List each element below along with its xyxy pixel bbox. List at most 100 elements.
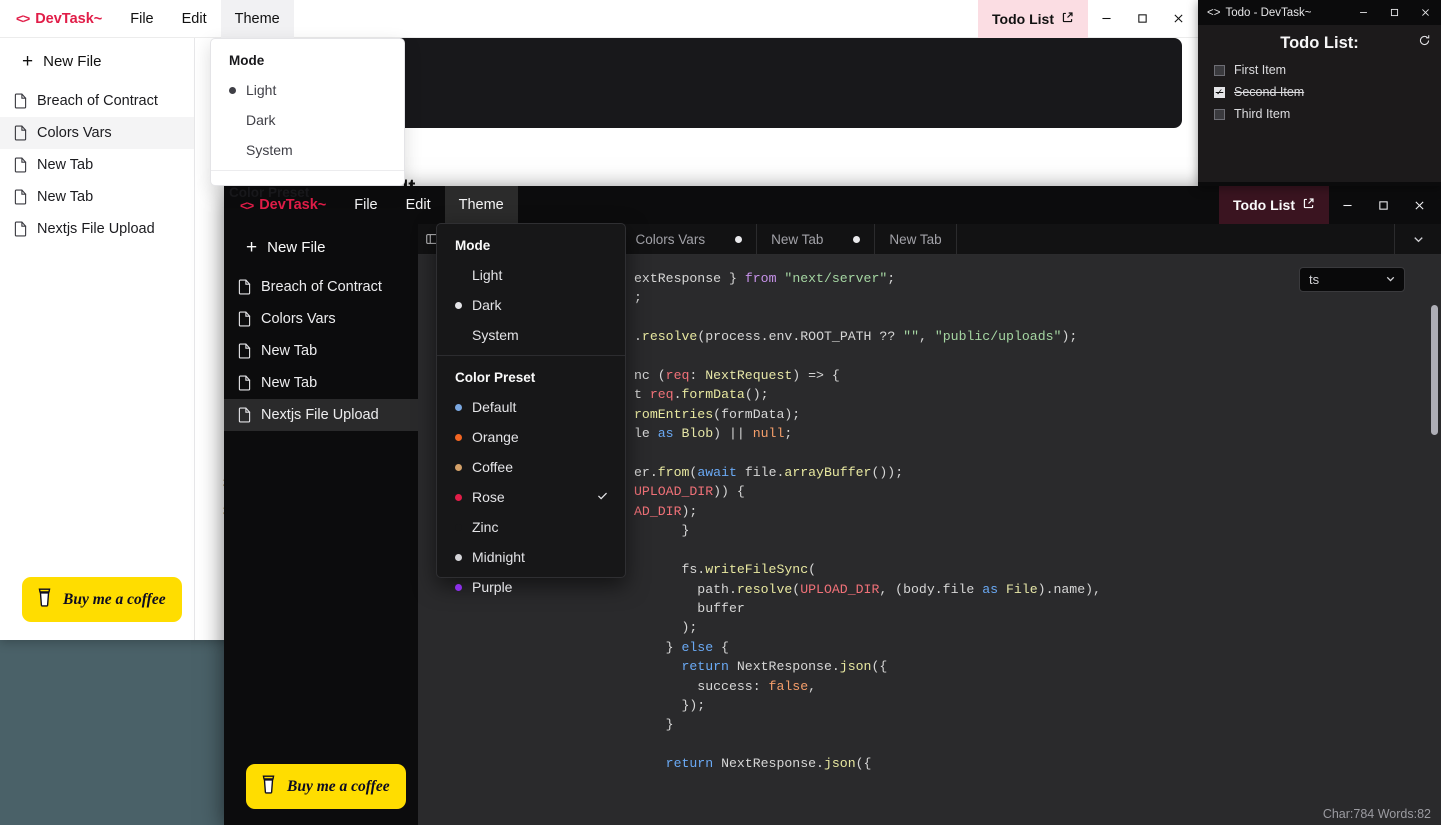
list-item[interactable]: ✓ Second Item [1198, 81, 1441, 103]
plus-icon: + [246, 238, 257, 257]
new-file-button[interactable]: + New File [0, 38, 194, 85]
preset-option-midnight[interactable]: Midnight [437, 542, 625, 572]
unsaved-dot-icon [735, 236, 742, 243]
minimize-icon[interactable] [1088, 0, 1124, 38]
menu-divider [211, 170, 404, 171]
checkbox-checked-icon[interactable]: ✓ [1214, 87, 1225, 98]
page-title: Todo List: [1280, 34, 1359, 53]
list-item[interactable]: Breach of Contract [0, 85, 194, 117]
todo-list-button[interactable]: Todo List [978, 0, 1088, 38]
list-item[interactable]: Colors Vars [224, 303, 418, 335]
language-select[interactable]: ts [1299, 267, 1405, 292]
code-line: AD_DIR); [634, 504, 697, 519]
mode-option-dark[interactable]: Dark [211, 105, 404, 135]
close-icon[interactable] [1410, 0, 1441, 25]
tab-colors-vars[interactable]: Colors Vars [622, 224, 758, 254]
mode-section-label: Mode [437, 229, 625, 260]
minimize-icon[interactable] [1348, 0, 1379, 25]
code-line [634, 349, 642, 364]
mode-option-system[interactable]: System [211, 135, 404, 165]
list-item-label: New Tab [261, 343, 317, 359]
color-swatch-icon [455, 524, 472, 531]
list-item[interactable]: Colors Vars [0, 117, 194, 149]
list-item[interactable]: Nextjs File Upload [224, 399, 418, 431]
coffee-cup-icon [259, 773, 278, 800]
close-icon[interactable] [1160, 0, 1196, 38]
tab-new-tab-1[interactable]: New Tab [757, 224, 875, 254]
selected-bullet-icon [229, 87, 246, 94]
light-file-list: Breach of Contract Colors Vars New Tab N… [0, 85, 194, 563]
code-line: }); [634, 698, 705, 713]
buy-me-a-coffee-button[interactable]: Buy me a coffee [22, 577, 182, 622]
light-window-titlebar: <> DevTask~ File Edit Theme Todo List [0, 0, 1200, 38]
tab-label: New Tab [771, 232, 823, 247]
todo-header: Todo List: [1198, 25, 1441, 59]
preset-option-zinc[interactable]: Zinc [437, 512, 625, 542]
mode-option-light[interactable]: Light [437, 260, 625, 290]
list-item[interactable]: New Tab [224, 335, 418, 367]
file-icon [238, 279, 251, 295]
maximize-icon[interactable] [1379, 0, 1410, 25]
menu-theme[interactable]: Theme [221, 0, 294, 38]
todo-window-title-label: Todo - DevTask~ [1225, 7, 1311, 19]
tab-new-tab-2[interactable]: New Tab [875, 224, 956, 254]
minimize-icon[interactable] [1329, 186, 1365, 224]
titlebar-spacer [1311, 0, 1348, 25]
preset-option-default[interactable]: Default [437, 392, 625, 422]
code-line: nc (req: NextRequest) => { [634, 368, 840, 383]
list-item[interactable]: Breach of Contract [224, 271, 418, 303]
list-item[interactable]: Nextjs File Upload [0, 213, 194, 245]
color-swatch-icon [455, 494, 472, 501]
menu-theme[interactable]: Theme [445, 186, 518, 224]
list-item-label: First Item [1234, 63, 1286, 77]
maximize-icon[interactable] [1365, 186, 1401, 224]
preset-option-rose[interactable]: Rose [437, 482, 625, 512]
color-swatch-icon [455, 404, 472, 411]
buy-me-a-coffee-button[interactable]: Buy me a coffee [246, 764, 406, 809]
preset-option-coffee[interactable]: Coffee [437, 452, 625, 482]
tab-bar-filler [957, 224, 1395, 254]
code-line: extResponse } from "next/server"; [634, 271, 895, 286]
mode-option-label: Dark [472, 297, 502, 313]
list-item-label: Breach of Contract [261, 279, 382, 295]
vertical-scrollbar-thumb[interactable] [1431, 305, 1438, 435]
color-swatch-icon [455, 584, 472, 591]
coffee-cup-icon [35, 586, 54, 613]
checkbox-unchecked-icon[interactable] [1214, 109, 1225, 120]
menu-divider [437, 355, 625, 356]
preset-option-orange[interactable]: Orange [437, 422, 625, 452]
color-preset-section-label: Color Preset [211, 176, 404, 207]
color-swatch-icon [455, 554, 472, 561]
mode-option-system[interactable]: System [437, 320, 625, 350]
code-line: buffer [634, 601, 745, 616]
list-item-label: New Tab [37, 189, 93, 205]
code-line [634, 737, 642, 752]
code-line: success: false, [634, 679, 816, 694]
chevron-down-icon[interactable] [1395, 224, 1441, 254]
list-item[interactable]: New Tab [0, 149, 194, 181]
code-line [634, 543, 642, 558]
code-line: t req.formData(); [634, 387, 769, 402]
list-item[interactable]: New Tab [224, 367, 418, 399]
mode-option-dark[interactable]: Dark [437, 290, 625, 320]
close-icon[interactable] [1401, 186, 1437, 224]
list-item-label: Third Item [1234, 107, 1290, 121]
preset-option-purple[interactable]: Purple [437, 572, 625, 602]
list-item[interactable]: First Item [1198, 59, 1441, 81]
menu-edit[interactable]: Edit [168, 0, 221, 38]
check-icon [596, 489, 609, 505]
code-line: } [634, 523, 689, 538]
titlebar-spacer [294, 0, 978, 38]
refresh-icon[interactable] [1418, 34, 1431, 52]
menu-file[interactable]: File [116, 0, 167, 38]
list-item[interactable]: Third Item [1198, 103, 1441, 125]
todo-list-button[interactable]: Todo List [1219, 186, 1329, 224]
color-preset-section-label: Color Preset [437, 361, 625, 392]
checkbox-unchecked-icon[interactable] [1214, 65, 1225, 76]
mode-option-light[interactable]: Light [211, 75, 404, 105]
todo-window-title: <> Todo - DevTask~ [1198, 7, 1311, 19]
list-item[interactable]: New Tab [0, 181, 194, 213]
maximize-icon[interactable] [1124, 0, 1160, 38]
new-file-button[interactable]: + New File [224, 224, 418, 271]
color-swatch-icon [455, 434, 472, 441]
